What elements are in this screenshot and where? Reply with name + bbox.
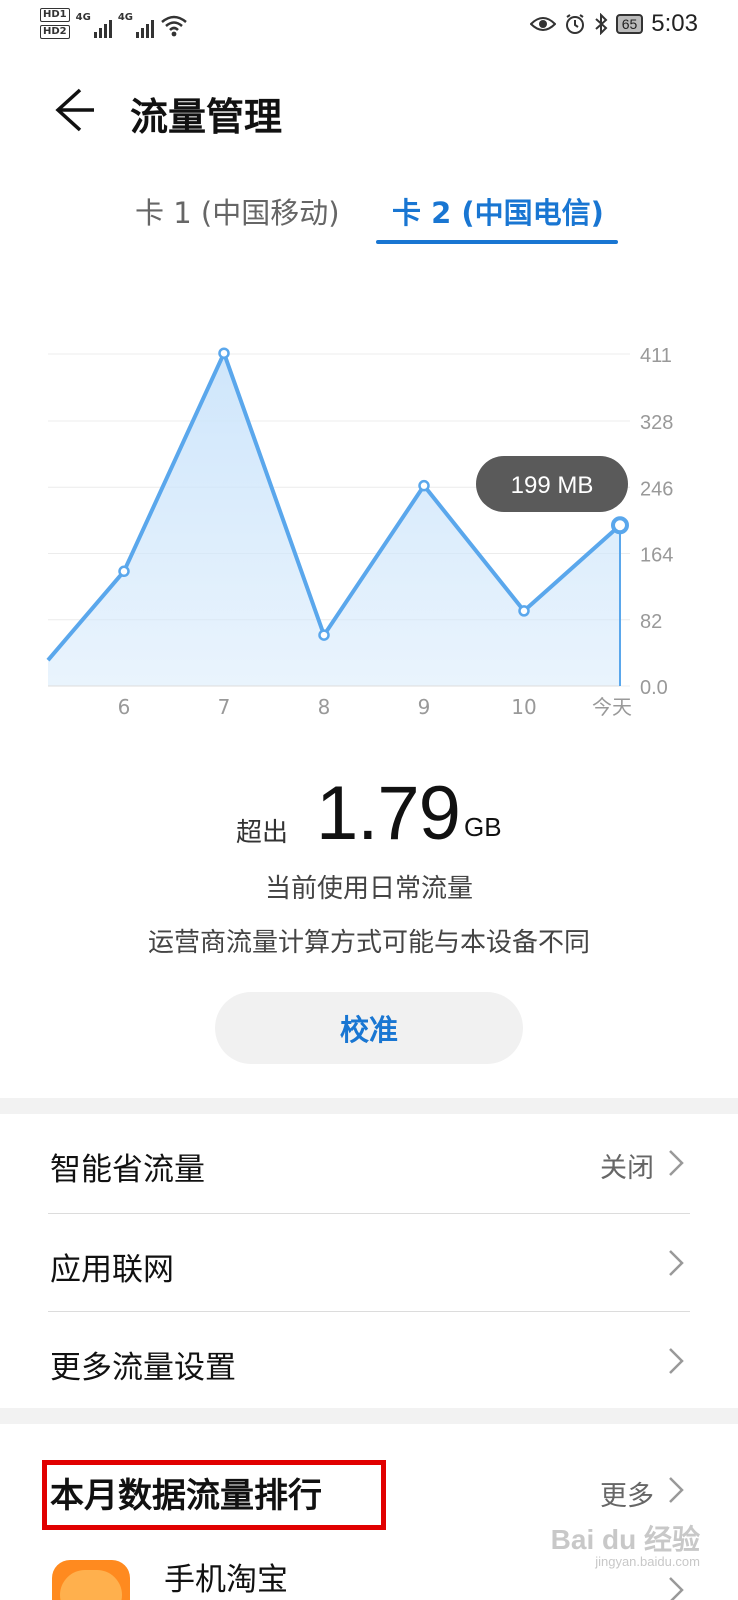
y-tick-label: 328	[640, 412, 673, 434]
app-name: 手机淘宝	[164, 1562, 288, 1598]
data-point	[318, 629, 330, 641]
back-arrow-icon[interactable]	[44, 82, 100, 138]
exceed-label: 超出	[236, 818, 289, 848]
settings-item-label: 更多流量设置	[50, 1350, 236, 1386]
chevron-right-icon	[669, 1577, 684, 1600]
y-tick-label: 411	[640, 345, 672, 367]
settings-item-value: 关闭	[600, 1153, 654, 1184]
alarm-icon	[565, 14, 584, 34]
page-title: 流量管理	[130, 95, 283, 139]
tab-sim1[interactable]: 卡 1 (中国移动)	[135, 190, 340, 232]
signal-icon-sim1: 4G	[76, 12, 112, 38]
network-type-2: 4G	[117, 12, 133, 23]
network-type-1: 4G	[75, 12, 91, 23]
section-divider	[0, 1408, 738, 1424]
y-tick-label: 164	[640, 545, 673, 567]
active-tab-indicator	[376, 240, 618, 244]
section-divider	[0, 1098, 738, 1114]
x-tick-label: 8	[318, 695, 331, 719]
settings-item-label: 智能省流量	[50, 1152, 205, 1188]
settings-item-label: 应用联网	[50, 1252, 174, 1288]
eye-icon	[529, 17, 556, 31]
status-left: HD1 HD2 4G 4G	[40, 8, 188, 39]
title-bar: 流量管理	[0, 70, 738, 150]
exceed-unit: GB	[464, 812, 502, 842]
data-point	[218, 347, 230, 359]
usage-chart-svg: 411 328 246 164 82 0.0 6 7 8 9 10 今天 199 MB	[46, 345, 673, 719]
chevron-right-icon	[669, 1150, 684, 1176]
settings-item-app-network[interactable]: 应用联网	[0, 1214, 738, 1312]
x-tick-label: 今天	[592, 695, 632, 719]
data-point	[518, 605, 530, 617]
tooltip-text: 199 MB	[511, 472, 594, 499]
battery-icon: 65	[615, 14, 644, 34]
sim-tabs: 卡 1 (中国移动) 卡 2 (中国电信)	[0, 190, 738, 250]
usage-chart: 411 328 246 164 82 0.0 6 7 8 9 10 今天 199 MB	[0, 330, 738, 740]
x-tick-label: 7	[218, 695, 231, 719]
tab-sim2[interactable]: 卡 2 (中国电信)	[392, 190, 604, 232]
baidu-watermark: Bai du 经验 jingyan.baidu.com	[551, 1518, 700, 1569]
x-tick-label: 10	[511, 695, 536, 719]
hd-indicators: HD1 HD2	[40, 8, 70, 39]
settings-item-smart-saver[interactable]: 智能省流量 关闭	[0, 1114, 738, 1212]
watermark-sub: jingyan.baidu.com	[595, 1554, 700, 1569]
watermark-main: Bai du 经验	[550, 1524, 700, 1555]
more-link[interactable]: 更多	[600, 1474, 654, 1513]
chevron-right-icon[interactable]	[666, 1476, 686, 1504]
y-tick-label: 82	[640, 611, 662, 633]
ranking-title: 本月数据流量排行	[50, 1476, 322, 1516]
hd2-badge: HD2	[40, 25, 70, 39]
daily-usage-label: 当前使用日常流量	[264, 874, 473, 904]
status-right: 65 5:03	[529, 10, 698, 38]
taobao-app-icon	[52, 1560, 130, 1600]
clock: 5:03	[651, 10, 698, 37]
carrier-note: 运营商流量计算方式可能与本设备不同	[147, 928, 590, 958]
data-point	[611, 516, 629, 535]
wifi-icon	[161, 15, 187, 37]
hd1-badge: HD1	[40, 8, 70, 22]
chevron-right-icon	[669, 1348, 684, 1374]
signal-icon-sim2: 4G	[118, 12, 154, 38]
x-tick-label: 6	[118, 695, 131, 719]
series-area	[48, 353, 620, 686]
bluetooth-icon	[595, 13, 608, 35]
chevron-right-icon	[669, 1250, 684, 1276]
data-point	[418, 479, 430, 492]
status-bar: HD1 HD2 4G 4G 65 5:03	[0, 0, 738, 52]
exceed-value: 1.79	[316, 771, 461, 856]
settings-item-more-settings[interactable]: 更多流量设置	[0, 1312, 738, 1410]
y-tick-label: 0.0	[640, 677, 668, 699]
calibrate-button[interactable]: 校准	[215, 992, 523, 1064]
data-point	[118, 565, 130, 578]
x-tick-label: 9	[418, 695, 431, 719]
usage-summary: 超出 1.79 GB	[0, 770, 738, 870]
y-tick-label: 246	[640, 478, 673, 500]
